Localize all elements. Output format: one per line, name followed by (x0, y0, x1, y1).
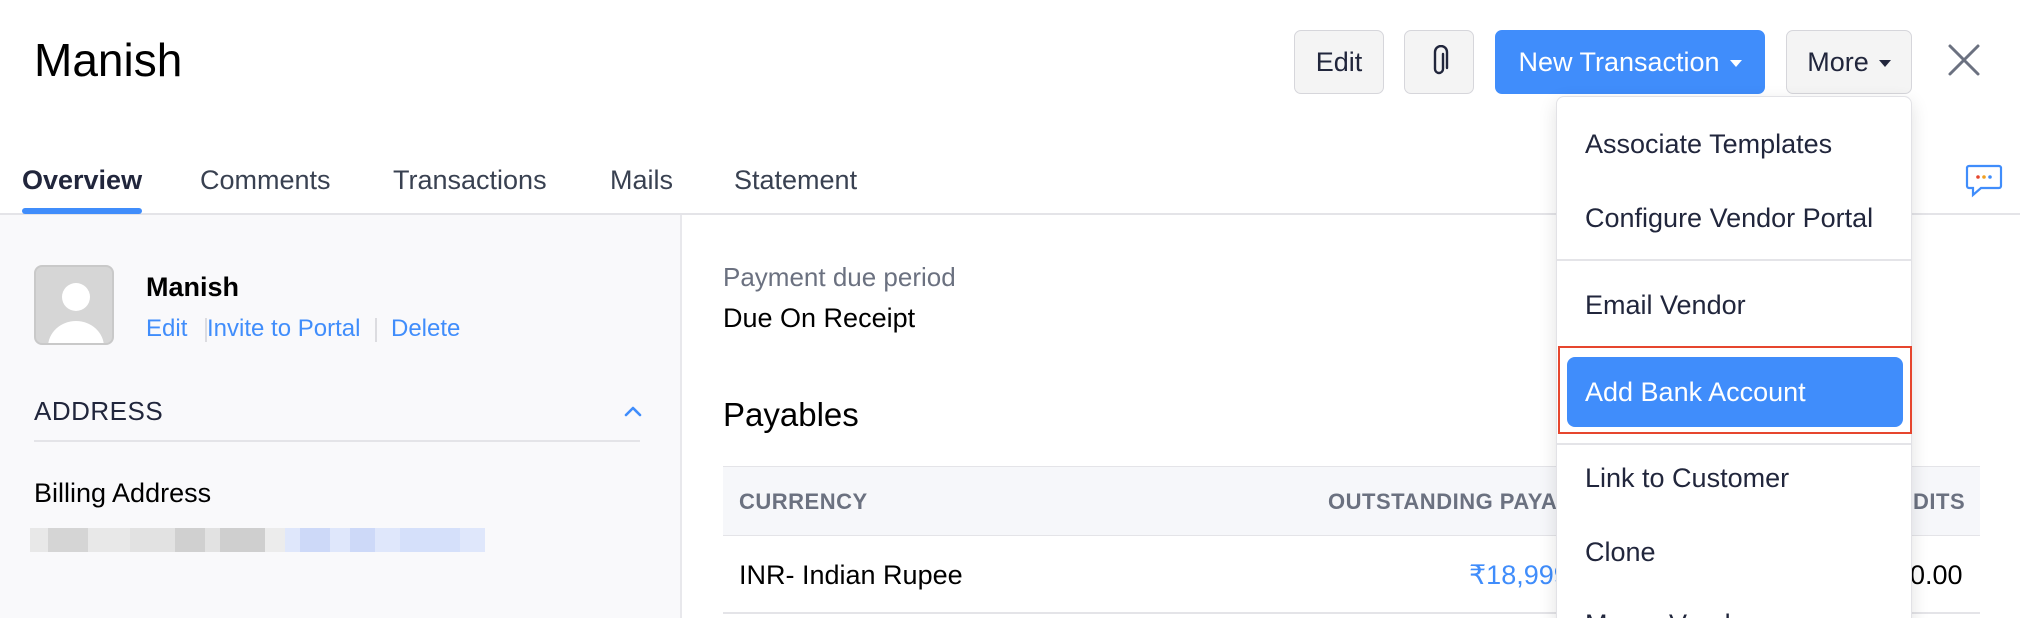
tab-comments[interactable]: Comments (200, 162, 331, 198)
menu-item-associate-templates[interactable]: Associate Templates (1585, 127, 1832, 161)
edit-button[interactable]: Edit (1294, 30, 1384, 94)
menu-item-clone[interactable]: Clone (1585, 535, 1656, 569)
payment-due-value: Due On Receipt (723, 303, 916, 333)
tab-statement[interactable]: Statement (734, 162, 857, 198)
caret-down-icon (1729, 59, 1742, 67)
redacted-address (265, 528, 285, 552)
edit-contact-link[interactable]: Edit (146, 314, 187, 344)
tab-overview[interactable]: Overview (22, 162, 142, 198)
redacted-address (220, 528, 265, 552)
invite-to-portal-link[interactable]: Invite to Portal (207, 314, 360, 344)
redacted-address (300, 528, 330, 552)
more-button[interactable]: More (1786, 30, 1912, 94)
redacted-address (350, 528, 375, 552)
menu-item-email-vendor[interactable]: Email Vendor (1585, 288, 1746, 322)
active-tab-indicator (22, 208, 142, 214)
row-currency: INR- Indian Rupee (739, 560, 963, 590)
column-currency: CURRENCY (739, 489, 868, 514)
redacted-address (48, 528, 88, 552)
menu-item-configure-vendor-portal[interactable]: Configure Vendor Portal (1585, 201, 1873, 235)
user-placeholder-icon (48, 283, 104, 343)
payables-title: Payables (723, 396, 859, 433)
chevron-up-icon[interactable] (622, 400, 644, 422)
avatar (34, 265, 114, 345)
contact-name: Manish (146, 272, 240, 302)
attach-button[interactable] (1404, 30, 1474, 94)
row-credits: 0.00 (1910, 560, 1963, 590)
tab-transactions[interactable]: Transactions (393, 162, 547, 198)
more-label: More (1807, 46, 1869, 77)
address-section-title: ADDRESS (34, 396, 164, 426)
column-credits: DITS (1913, 489, 1966, 514)
paperclip-icon (1433, 45, 1449, 75)
menu-divider (1557, 443, 1911, 445)
redacted-address (175, 528, 205, 552)
highlight-frame (1558, 346, 1912, 434)
section-divider (34, 440, 640, 442)
menu-divider (1557, 259, 1911, 261)
menu-item-merge-vendors[interactable]: Merge Vendors (1585, 607, 1768, 618)
row-outstanding-link[interactable]: ₹18,999 (1469, 558, 1569, 592)
billing-address-label: Billing Address (34, 478, 212, 508)
delete-contact-link[interactable]: Delete (391, 314, 460, 344)
payment-due-label: Payment due period (723, 262, 956, 292)
new-transaction-button[interactable]: New Transaction (1495, 30, 1765, 94)
close-icon[interactable] (1944, 40, 1984, 80)
new-transaction-label: New Transaction (1518, 46, 1720, 77)
column-outstanding-payables: OUTSTANDING PAYAI (1328, 489, 1564, 514)
tab-mails[interactable]: Mails (610, 162, 673, 198)
link-divider (375, 318, 377, 342)
comment-icon[interactable] (1964, 160, 2004, 200)
page-title: Manish (34, 34, 183, 86)
redacted-address (400, 528, 460, 552)
menu-item-link-to-customer[interactable]: Link to Customer (1585, 461, 1789, 495)
caret-down-icon (1878, 59, 1891, 67)
